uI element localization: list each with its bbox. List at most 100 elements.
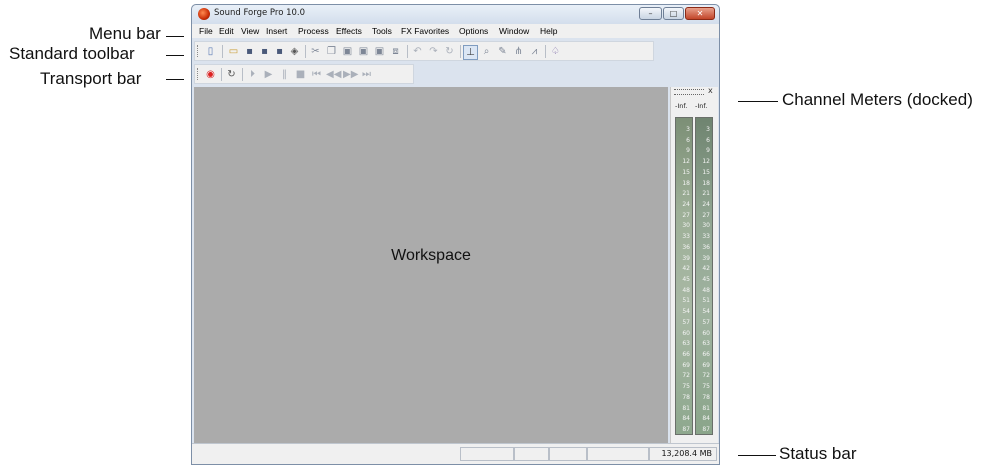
meter-scale-tick: 57 [682,318,690,326]
go-to-start-icon[interactable]: ⏮ [310,68,323,81]
callout-line-channel-meters [738,101,778,102]
pencil-tool-icon[interactable]: ✎ [496,45,509,58]
standard-toolbar: ▯ ▭ ▪ ▪ ▪ ◈ ✂ ❐ ▣ ▣ ▣ ⧈ ↶ ↷ ↻ ⊥ ⌕ ✎ ⋔ ⩘ … [194,41,654,61]
meter-scale-tick: 45 [702,276,710,283]
menu-tools[interactable]: Tools [372,26,392,36]
magnify-tool-icon[interactable]: ⌕ [480,45,493,58]
meter-scale-tick: 42 [682,265,690,273]
paste-special-icon[interactable]: ▣ [357,45,370,58]
stop-icon[interactable]: ■ [294,68,307,81]
menu-edit[interactable]: Edit [219,26,234,36]
go-to-end-icon[interactable]: ⏭ [360,68,373,81]
meter-scale-tick: 30 [682,222,690,230]
minimize-button[interactable]: – [639,7,662,20]
mix-icon[interactable]: ▣ [373,45,386,58]
window-title: Sound Forge Pro 10.0 [214,8,306,18]
meter-scale-tick: 66 [682,351,690,358]
meter-scale-tick: 15 [682,168,690,176]
meter-scale-tick: 33 [682,233,690,241]
close-button[interactable]: ✕ [685,7,715,20]
meter-scale-tick: 15 [702,168,710,176]
meter-scale-tick: 30 [702,222,710,230]
repeat-icon[interactable]: ↻ [443,45,456,58]
callout-line-standard-toolbar [166,55,184,56]
pause-icon[interactable]: ‖ [278,68,291,81]
meter-scale-tick: 60 [702,329,710,337]
callout-transport-bar: Transport bar [40,69,142,88]
save-all-icon[interactable]: ▪ [273,45,286,58]
toolbar-separator [545,45,546,58]
meter-scale-tick: 24 [702,201,710,208]
undo-icon[interactable]: ↶ [411,45,424,58]
menu-file[interactable]: File [199,26,213,36]
render-icon[interactable]: ◈ [288,45,301,58]
play-icon[interactable]: ▶ [262,68,275,81]
redo-icon[interactable]: ↷ [427,45,440,58]
maximize-button[interactable]: □ [663,7,684,20]
cut-icon[interactable]: ✂ [309,45,322,58]
copy-icon[interactable]: ❐ [325,45,338,58]
rewind-icon[interactable]: ◀◀ [326,68,341,81]
meter-scale-tick: 78 [702,393,710,401]
meters-close-button[interactable]: x [708,86,713,95]
new-icon[interactable]: ▯ [204,45,217,58]
menu-view[interactable]: View [241,26,259,36]
fast-forward-icon[interactable]: ▶▶ [343,68,358,81]
memory-usage: 13,208.4 MB [661,449,712,458]
meter-scale-tick: 78 [682,393,690,401]
event-tool-icon[interactable]: ⩘ [528,45,541,58]
loop-icon[interactable]: ↻ [225,68,238,81]
meter-scale-tick: 45 [682,276,690,283]
toolbar-separator [460,45,461,58]
menu-help[interactable]: Help [540,26,557,36]
meter-scale-tick: 72 [702,372,710,380]
menu-options[interactable]: Options [459,26,488,36]
paste-icon[interactable]: ▣ [341,45,354,58]
meter-scale-tick: 84 [682,415,690,423]
status-pane [460,447,514,461]
meters-grip[interactable] [674,89,704,95]
toolbar-separator [221,68,222,81]
meter-scale-tick: 36 [682,243,690,251]
meter-scale-tick: 27 [682,211,690,219]
meter-scale-tick: 81 [682,404,690,412]
toolbar-grip[interactable] [197,45,200,57]
meter-scale-tick: 24 [682,201,690,208]
meter-scale-tick: 63 [702,340,710,348]
play-all-icon[interactable]: ⏵ [246,68,259,81]
meter-scale-tick: 57 [702,318,710,326]
save-as-icon[interactable]: ▪ [258,45,271,58]
meter-scale-tick: 54 [682,308,690,316]
peak-right: -Inf. [695,102,708,110]
workspace[interactable]: Workspace [194,87,668,445]
menu-window[interactable]: Window [499,26,529,36]
meter-scale-tick: 48 [682,286,690,294]
toolbar-separator [305,45,306,58]
status-pane [549,447,587,461]
crop-icon[interactable]: ⧈ [389,45,402,58]
toolbar-separator [407,45,408,58]
meter-scale-tick: 75 [702,383,710,391]
toolbar-grip[interactable] [197,68,200,80]
title-bar[interactable]: Sound Forge Pro 10.0 – □ ✕ [192,5,719,24]
workspace-label: Workspace [391,247,471,264]
callout-status-bar: Status bar [779,444,857,463]
transport-bar: ◉ ↻ ⏵ ▶ ‖ ■ ⏮ ◀◀ ▶▶ ⏭ [194,64,414,84]
channel-meters: x -Inf. -Inf. 3 6 9 12 15 18 21 24 27 30 33 36 39 42 4… [670,86,718,445]
save-icon[interactable]: ▪ [243,45,256,58]
properties-icon[interactable]: ♤ [549,45,562,58]
envelope-tool-icon[interactable]: ⋔ [512,45,525,58]
callout-standard-toolbar: Standard toolbar [9,44,135,63]
meter-scale-tick: 87 [702,426,710,433]
menu-process[interactable]: Process [298,26,329,36]
edit-tool-icon[interactable]: ⊥ [463,45,478,60]
callout-line-transport-bar [166,79,184,80]
meter-scale-tick: 51 [702,297,710,305]
meter-scale-tick: 51 [682,297,690,305]
open-icon[interactable]: ▭ [227,45,240,58]
callout-line-status-bar [738,455,776,456]
menu-fx-favorites[interactable]: FX Favorites [401,26,449,36]
record-icon[interactable]: ◉ [204,68,217,81]
menu-effects[interactable]: Effects [336,26,362,36]
menu-insert[interactable]: Insert [266,26,287,36]
